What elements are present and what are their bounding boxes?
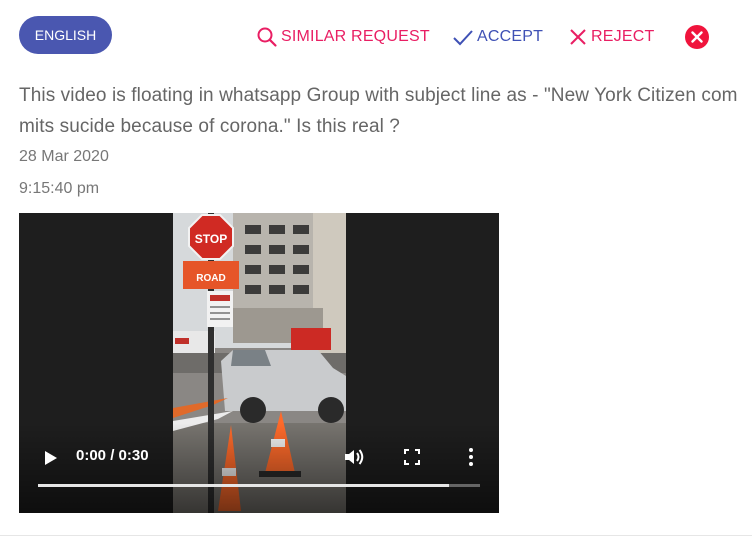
more-options-icon[interactable]	[467, 447, 475, 467]
dismiss-button[interactable]	[685, 25, 709, 49]
close-circle-icon	[691, 31, 703, 43]
bottom-divider	[0, 535, 752, 536]
video-player[interactable]: STOP ROAD 0:00 / 0:30	[19, 213, 499, 513]
check-icon	[453, 30, 473, 46]
stop-sign-text: STOP	[195, 232, 227, 246]
close-icon	[570, 29, 586, 45]
accept-label: ACCEPT	[477, 28, 544, 45]
video-buffered-fill	[38, 484, 450, 487]
request-time: 9:15:40 pm	[19, 180, 100, 197]
language-button[interactable]: ENGLISH	[19, 16, 112, 54]
similar-request-label: SIMILAR REQUEST	[281, 28, 430, 45]
video-time-display: 0:00 / 0:30	[76, 447, 149, 464]
accept-button[interactable]: ACCEPT	[452, 26, 543, 48]
play-icon[interactable]	[44, 450, 58, 466]
similar-request-button[interactable]: SIMILAR REQUEST	[256, 26, 430, 48]
search-icon	[257, 27, 277, 47]
request-text: This video is floating in whatsapp Group…	[19, 85, 738, 137]
reject-label: REJECT	[591, 28, 655, 45]
video-controls-background	[19, 423, 499, 513]
reject-button[interactable]: REJECT	[568, 26, 654, 48]
request-date: 28 Mar 2020	[19, 148, 109, 165]
fullscreen-icon[interactable]	[404, 449, 420, 465]
road-sign-text: ROAD	[196, 273, 225, 284]
volume-icon[interactable]	[344, 447, 366, 467]
video-progress-bar[interactable]	[38, 484, 480, 487]
